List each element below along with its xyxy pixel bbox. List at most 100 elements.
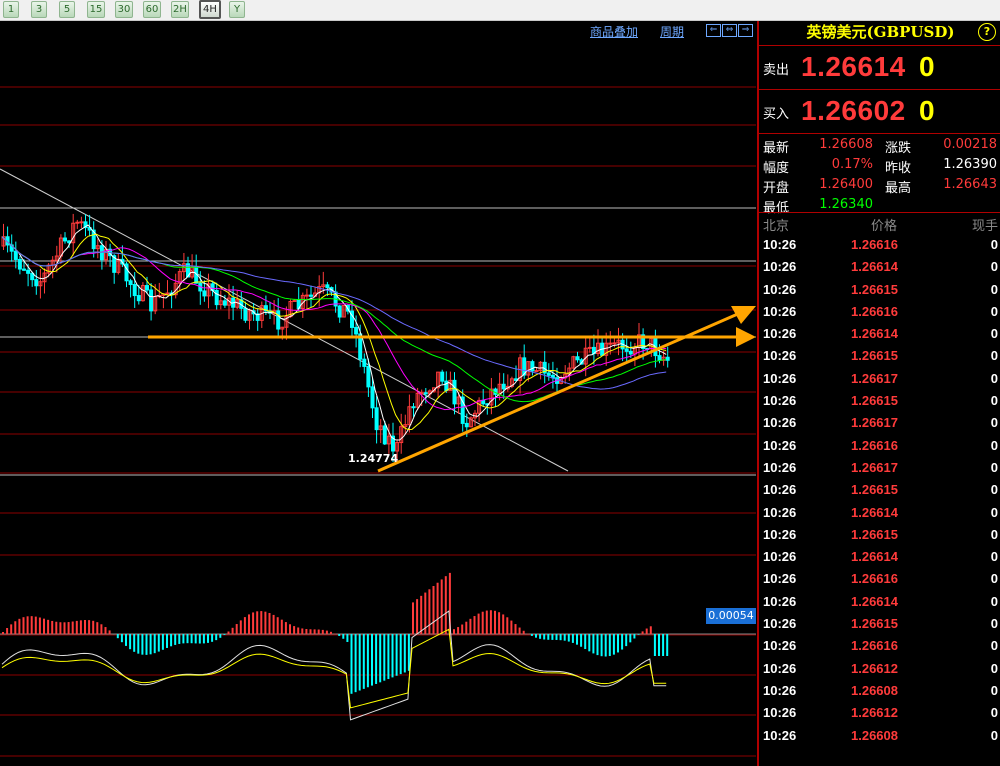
tick-price: 1.26608 [851, 682, 898, 698]
candle-body [628, 350, 633, 355]
candle-body [13, 250, 18, 260]
tick-row: 10:26 1.26617 0 [759, 411, 1000, 433]
candle-body [128, 280, 133, 286]
open-label: 开盘 [763, 181, 790, 196]
tick-time: 10:26 [763, 370, 797, 386]
change-label: 涨跌 [885, 141, 912, 156]
period-button-1[interactable]: 1 [3, 1, 19, 18]
chart-area[interactable]: 商品叠加 周期 ⇐ ⇔ ⇒ 1.24774 0.00054 [0, 21, 756, 766]
candle-body [464, 422, 469, 428]
buy-price: 1.26602 [801, 95, 906, 126]
tick-qty: 0 [990, 526, 998, 542]
tick-price: 1.26612 [851, 705, 898, 721]
zoom-icon[interactable]: ⇔ [722, 24, 737, 37]
arrow-head-right [736, 327, 756, 347]
prev-close-value: 1.26390 [943, 157, 997, 172]
tick-price: 1.26612 [851, 660, 898, 676]
sell-volume: 0 [919, 51, 935, 82]
period-toolbar: 1 3 5 15 30 60 2H 4H Y [0, 0, 1000, 21]
tick-row: 10:26 1.26615 0 [759, 612, 1000, 634]
period-button-5[interactable]: 5 [59, 1, 75, 18]
candle-body [612, 342, 617, 345]
tick-price: 1.26615 [851, 348, 898, 364]
tick-time: 10:26 [763, 281, 797, 297]
candle-body [444, 380, 449, 391]
candlestick-chart[interactable] [0, 21, 756, 766]
ticks-list[interactable]: 10:26 1.26616 0 10:26 1.26614 0 10:26 1.26615 0 1… [759, 233, 1000, 746]
tick-price: 1.26617 [851, 415, 898, 431]
tick-price: 1.26616 [851, 237, 898, 252]
tick-qty: 0 [990, 638, 998, 654]
candle-body [501, 383, 506, 390]
low-price-label: 1.24774 [348, 452, 399, 465]
tick-row: 10:26 1.26614 0 [759, 255, 1000, 277]
tick-qty: 0 [990, 415, 998, 431]
latest-value: 1.26608 [819, 137, 873, 152]
tick-time: 10:26 [763, 504, 797, 520]
candle-body [440, 371, 445, 382]
tick-time: 10:26 [763, 705, 797, 721]
period-menu-link[interactable]: 周期 [660, 23, 684, 40]
symbol-title: 英镑美元(GBPUSD) ? [759, 21, 1000, 45]
high-label: 最高 [885, 181, 912, 196]
candle-body [214, 290, 219, 306]
ticks-header: 北京 价格 现手 [759, 212, 1000, 234]
candle-body [325, 284, 330, 289]
tick-row: 10:26 1.26614 0 [759, 590, 1000, 612]
tick-qty: 0 [990, 482, 998, 498]
tick-row: 10:26 1.26616 0 [759, 434, 1000, 456]
help-icon[interactable]: ? [978, 23, 996, 41]
tick-row: 10:26 1.26614 0 [759, 545, 1000, 567]
candle-body [665, 356, 670, 361]
tick-time: 10:26 [763, 415, 797, 431]
candle-body [452, 379, 457, 405]
tick-qty: 0 [990, 348, 998, 364]
tick-row: 10:26 1.26615 0 [759, 278, 1000, 300]
candle-body [366, 365, 371, 388]
tick-qty: 0 [990, 281, 998, 297]
tick-row: 10:26 1.26615 0 [759, 478, 1000, 500]
candle-body [530, 361, 535, 372]
period-button-y[interactable]: Y [229, 1, 245, 18]
candle-body [26, 269, 31, 274]
period-button-30[interactable]: 30 [115, 1, 133, 18]
high-value: 1.26643 [943, 177, 997, 192]
tick-row: 10:26 1.26608 0 [759, 679, 1000, 701]
period-button-2h[interactable]: 2H [171, 1, 189, 18]
period-button-60[interactable]: 60 [143, 1, 161, 18]
overlay-menu-link[interactable]: 商品叠加 [590, 23, 638, 40]
latest-label: 最新 [763, 141, 790, 156]
tick-row: 10:26 1.26616 0 [759, 233, 1000, 255]
buy-label: 买入 [763, 107, 790, 122]
buy-quote-row[interactable]: 买入 1.26602 0 [759, 89, 1000, 133]
tick-row: 10:26 1.26608 0 [759, 724, 1000, 746]
tick-price: 1.26616 [851, 571, 898, 587]
candle-body [337, 305, 342, 318]
candle-body [534, 370, 539, 373]
candle-body [362, 358, 367, 367]
scroll-left-icon[interactable]: ⇐ [706, 24, 721, 37]
tick-time: 10:26 [763, 593, 797, 609]
tick-price: 1.26608 [851, 727, 898, 743]
candle-body [79, 221, 84, 224]
tick-qty: 0 [990, 682, 998, 698]
tick-qty: 0 [990, 727, 998, 743]
tick-row: 10:26 1.26615 0 [759, 389, 1000, 411]
period-button-3[interactable]: 3 [31, 1, 47, 18]
sell-label: 卖出 [763, 63, 790, 78]
scroll-right-icon[interactable]: ⇒ [738, 24, 753, 37]
tick-row: 10:26 1.26614 0 [759, 322, 1000, 344]
period-button-15[interactable]: 15 [87, 1, 105, 18]
tick-price: 1.26616 [851, 437, 898, 453]
period-button-4h[interactable]: 4H [199, 0, 221, 19]
tick-row: 10:26 1.26614 0 [759, 501, 1000, 523]
candle-body [423, 392, 428, 395]
tick-time: 10:26 [763, 616, 797, 632]
symbol-name: 英镑美元(GBPUSD) [806, 23, 955, 41]
tick-price: 1.26615 [851, 281, 898, 297]
candle-body [587, 346, 592, 349]
candle-body [370, 386, 375, 409]
sell-quote-row[interactable]: 卖出 1.26614 0 [759, 45, 1000, 89]
tick-qty: 0 [990, 660, 998, 676]
tick-qty: 0 [990, 616, 998, 632]
